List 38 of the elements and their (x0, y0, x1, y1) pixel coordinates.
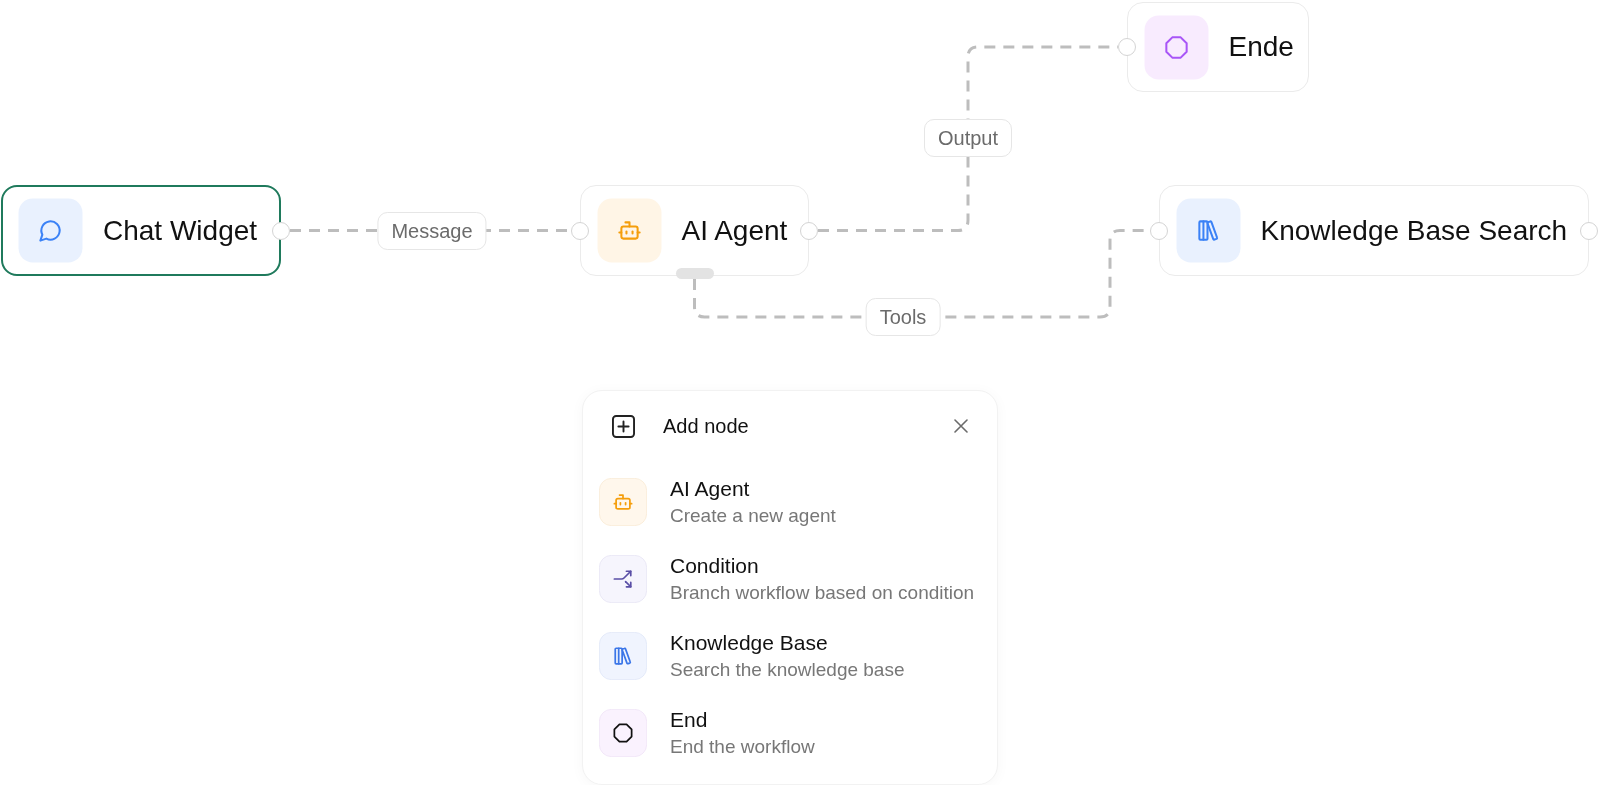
menu-item[interactable]: AI Agent Create a new agent (599, 475, 981, 529)
workflow-node[interactable]: Ende (1127, 2, 1309, 92)
plus-square-icon (612, 414, 635, 438)
edge-label: Tools (865, 298, 941, 336)
item-title: End (670, 707, 708, 733)
port-handle[interactable] (571, 221, 589, 240)
robot-icon (599, 478, 647, 526)
node-title: Knowledge Base Search (1260, 213, 1568, 248)
robot-icon (596, 198, 662, 263)
node-title: Chat Widget (103, 213, 258, 248)
workflow-node[interactable]: Chat Widget (1, 185, 281, 276)
port-handle[interactable] (1118, 38, 1136, 56)
item-description: Create a new agent (670, 504, 836, 528)
item-title: AI Agent (670, 476, 750, 502)
panel-title: Add node (663, 414, 749, 438)
item-description: Branch workflow based on condition (670, 581, 975, 605)
books-icon (1175, 198, 1241, 263)
menu-item[interactable]: Knowledge Base Search the knowledge base (599, 629, 981, 683)
menu-item[interactable]: Condition Branch workflow based on condition (599, 552, 981, 606)
port-handle[interactable] (1150, 221, 1168, 240)
octagon-icon (599, 709, 647, 757)
books-icon (599, 632, 647, 680)
item-description: End the workflow (670, 735, 815, 759)
workflow-node[interactable]: Knowledge Base Search (1159, 185, 1589, 276)
close-button[interactable] (954, 419, 968, 433)
tools-handle[interactable] (675, 268, 714, 279)
node-title: AI Agent (681, 213, 788, 248)
edge-label: Message (377, 211, 487, 250)
menu-item[interactable]: End End the workflow (599, 706, 981, 760)
workflow-node[interactable]: AI Agent (580, 185, 809, 276)
item-description: Search the knowledge base (670, 658, 905, 682)
item-title: Condition (670, 553, 759, 579)
close-icon (954, 419, 968, 433)
chat-bubble-icon (18, 198, 83, 263)
branch-icon (599, 555, 647, 603)
edge-label: Output (924, 119, 1012, 157)
node-title: Ende (1228, 30, 1294, 64)
item-title: Knowledge Base (670, 630, 828, 656)
